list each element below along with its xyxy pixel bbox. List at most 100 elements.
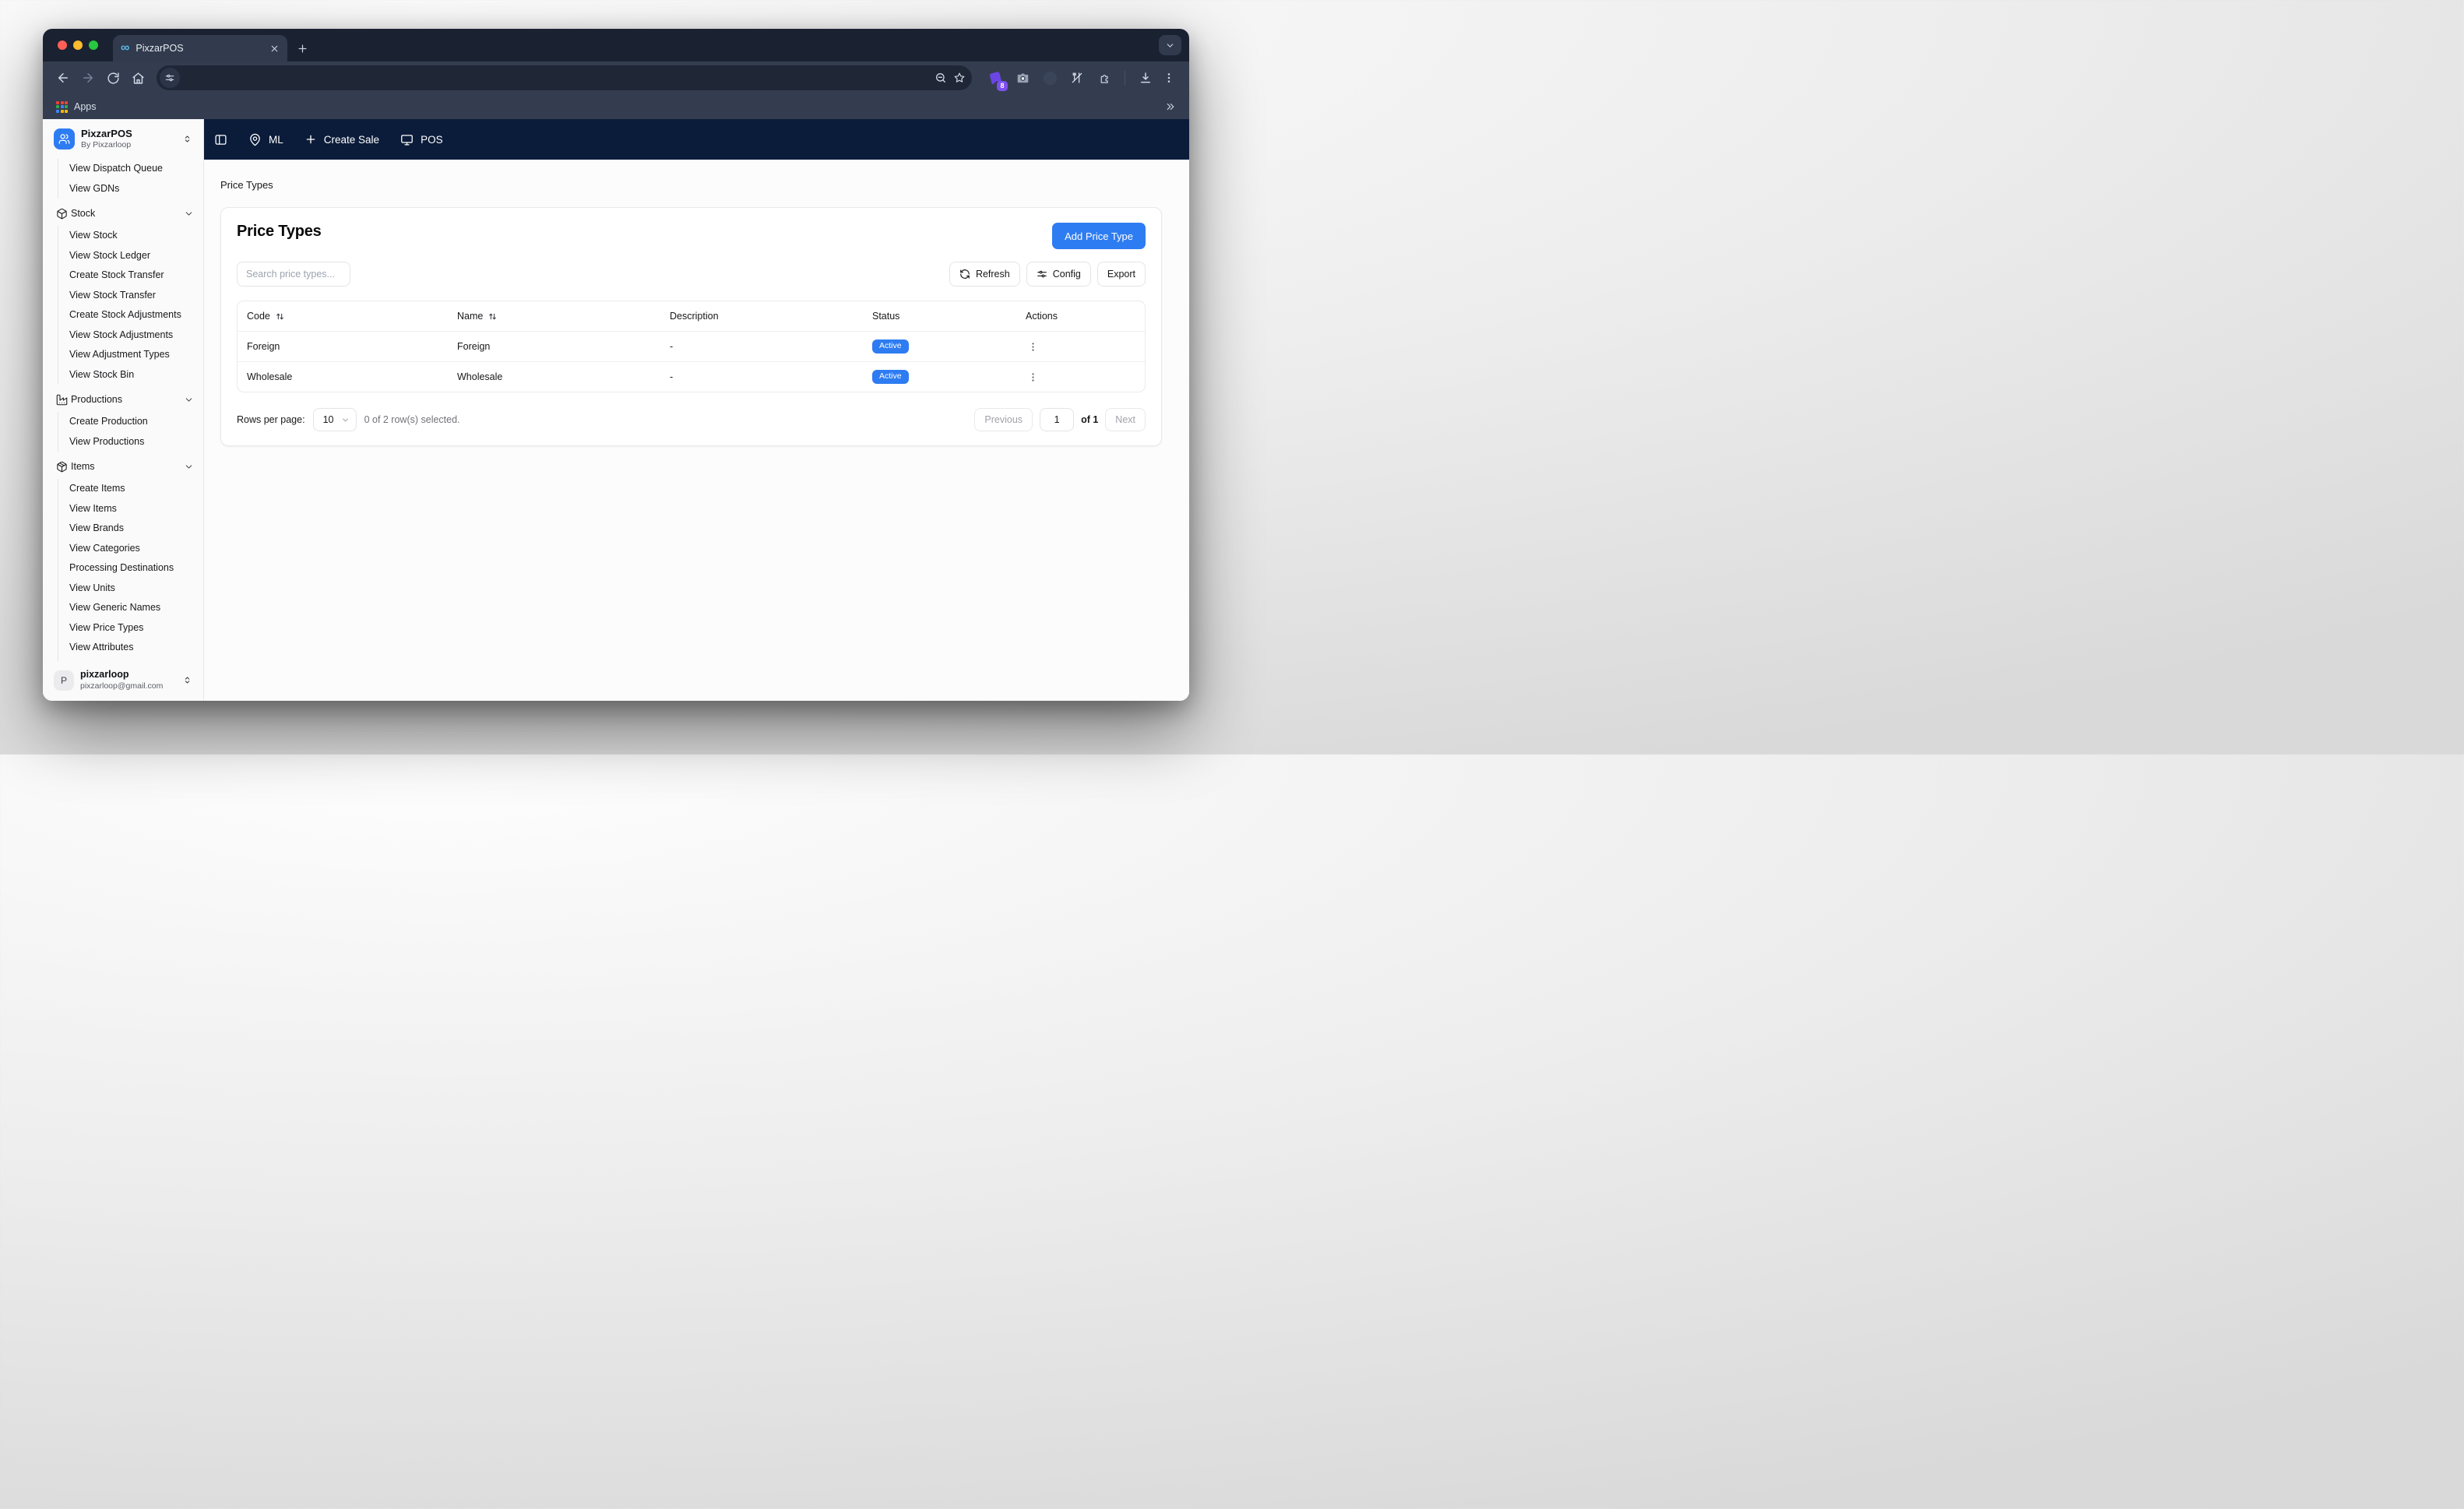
cell-code: Foreign [238, 341, 448, 352]
workspace-switcher[interactable]: PixzarPOS By Pixzarloop [43, 119, 203, 157]
search-input[interactable] [237, 262, 350, 287]
create-sale-button[interactable]: Create Sale [304, 133, 379, 146]
screenshot-extension-icon[interactable] [1013, 69, 1032, 87]
cell-name: Foreign [448, 341, 660, 352]
sidebar-item-view-items[interactable]: View Items [58, 499, 194, 519]
browser-toolbar: 8 [43, 62, 1189, 94]
table-row[interactable]: ForeignForeign-Active [238, 331, 1145, 361]
sidebar-item-view-categories[interactable]: View Categories [58, 539, 194, 559]
sidebar-item-view-price-types[interactable]: View Price Types [58, 618, 194, 638]
bookmark-apps[interactable]: Apps [56, 101, 97, 113]
page-body: Price Types Price Types Add Price Type R… [204, 160, 1189, 701]
wallet-extension-icon[interactable]: 8 [986, 69, 1005, 87]
sidebar-item-view-brands[interactable]: View Brands [58, 519, 194, 539]
chevrons-up-down-icon [182, 675, 192, 685]
new-tab-button[interactable] [297, 43, 308, 55]
create-sale-label: Create Sale [324, 134, 379, 146]
export-button[interactable]: Export [1097, 262, 1146, 287]
bookmark-star-icon[interactable] [953, 72, 966, 84]
cell-description: - [660, 371, 863, 382]
sidebar-toggle-icon[interactable] [214, 133, 227, 146]
workspace-subtitle: By Pixzarloop [81, 140, 176, 150]
location-label: ML [269, 134, 283, 146]
back-icon[interactable] [52, 67, 74, 89]
zoom-page-icon[interactable] [935, 72, 947, 84]
previous-page-button[interactable]: Previous [974, 408, 1033, 431]
downloads-icon[interactable] [1136, 69, 1155, 87]
cell-status: Active [863, 339, 1016, 354]
page-title: Price Types [237, 223, 322, 241]
sort-icon [488, 311, 498, 322]
pagination: Rows per page: 10 0 of 2 row(s) selected… [237, 408, 1146, 431]
sidebar-section-label: Productions [71, 394, 122, 405]
sidebar-item-create-items[interactable]: Create Items [58, 479, 194, 499]
next-page-button[interactable]: Next [1105, 408, 1146, 431]
sidebar-item-view-attributes[interactable]: View Attributes [58, 638, 194, 658]
food-extension-icon[interactable] [1068, 69, 1086, 87]
location-selector[interactable]: ML [248, 133, 283, 146]
column-header-status: Status [863, 311, 1016, 322]
page-number-input[interactable] [1040, 408, 1074, 431]
breadcrumb: Price Types [220, 179, 1162, 191]
table-row[interactable]: WholesaleWholesale-Active [238, 361, 1145, 392]
sidebar-item-view-gdns[interactable]: View GDNs [58, 179, 194, 199]
sidebar-item-create-stock-adjustments[interactable]: Create Stock Adjustments [58, 305, 194, 325]
browser-menu-icon[interactable] [1158, 67, 1180, 89]
cell-description: - [660, 341, 863, 352]
sidebar-section-items[interactable]: Items [56, 455, 194, 478]
add-price-type-button[interactable]: Add Price Type [1052, 223, 1146, 249]
box-icon [56, 208, 68, 220]
address-bar[interactable] [157, 65, 972, 90]
sidebar-item-view-stock-bin[interactable]: View Stock Bin [58, 365, 194, 385]
forward-icon[interactable] [77, 67, 99, 89]
column-header-code[interactable]: Code [238, 311, 448, 322]
user-menu[interactable]: P pixzarloop pixzarloop@gmail.com [43, 661, 203, 701]
sidebar-item-view-stock[interactable]: View Stock [58, 226, 194, 246]
rows-per-page-select[interactable]: 10 [313, 408, 357, 431]
map-pin-icon [248, 133, 262, 146]
extensions-puzzle-icon[interactable] [1095, 69, 1114, 87]
config-button[interactable]: Config [1026, 262, 1091, 287]
refresh-button[interactable]: Refresh [949, 262, 1020, 287]
sidebar-item-view-stock-ledger[interactable]: View Stock Ledger [58, 246, 194, 266]
sidebar-section-stock[interactable]: Stock [56, 202, 194, 225]
sidebar-item-view-units[interactable]: View Units [58, 579, 194, 599]
pos-button[interactable]: POS [400, 133, 443, 146]
row-actions-button[interactable] [1026, 339, 1040, 354]
sidebar-item-view-productions[interactable]: View Productions [58, 432, 194, 452]
disabled-extension-icon[interactable] [1040, 69, 1059, 87]
app-logo-users-icon [54, 128, 75, 149]
sidebar-item-view-dispatch-queue[interactable]: View Dispatch Queue [58, 159, 194, 179]
status-badge: Active [872, 370, 909, 385]
sidebar-group: Create ItemsView ItemsView BrandsView Ca… [58, 479, 194, 661]
tab-search-button[interactable] [1159, 35, 1181, 55]
bookmarks-overflow-icon[interactable] [1165, 101, 1176, 112]
sidebar-item-processing-destinations[interactable]: Processing Destinations [58, 558, 194, 579]
sidebar-item-view-stock-adjustments[interactable]: View Stock Adjustments [58, 325, 194, 346]
reload-icon[interactable] [102, 67, 124, 89]
sidebar-item-create-production[interactable]: Create Production [58, 412, 194, 432]
sidebar-section-productions[interactable]: Productions [56, 388, 194, 411]
package-icon [56, 461, 68, 473]
site-settings-icon[interactable] [160, 68, 180, 88]
sidebar-item-view-stock-transfer[interactable]: View Stock Transfer [58, 286, 194, 306]
factory-icon [56, 394, 68, 406]
sidebar-item-view-adjustment-types[interactable]: View Adjustment Types [58, 345, 194, 365]
card-header: Price Types Add Price Type [237, 223, 1146, 249]
sidebar-item-view-generic-names[interactable]: View Generic Names [58, 598, 194, 618]
cell-name: Wholesale [448, 371, 660, 382]
tab-title: PixzarPOS [136, 43, 263, 54]
chevron-down-icon [184, 395, 194, 405]
page-count-label: of 1 [1081, 414, 1098, 425]
window-controls [58, 40, 98, 50]
tab-close-icon[interactable] [269, 44, 280, 54]
maximize-window-button[interactable] [89, 40, 98, 50]
browser-tab[interactable]: ∞ PixzarPOS [113, 35, 287, 62]
row-actions-button[interactable] [1026, 370, 1040, 385]
minimize-window-button[interactable] [73, 40, 83, 50]
column-header-name[interactable]: Name [448, 311, 660, 322]
close-window-button[interactable] [58, 40, 67, 50]
sidebar-group: Create ProductionView Productions [58, 412, 194, 452]
sidebar-item-create-stock-transfer[interactable]: Create Stock Transfer [58, 266, 194, 286]
home-icon[interactable] [127, 67, 149, 89]
